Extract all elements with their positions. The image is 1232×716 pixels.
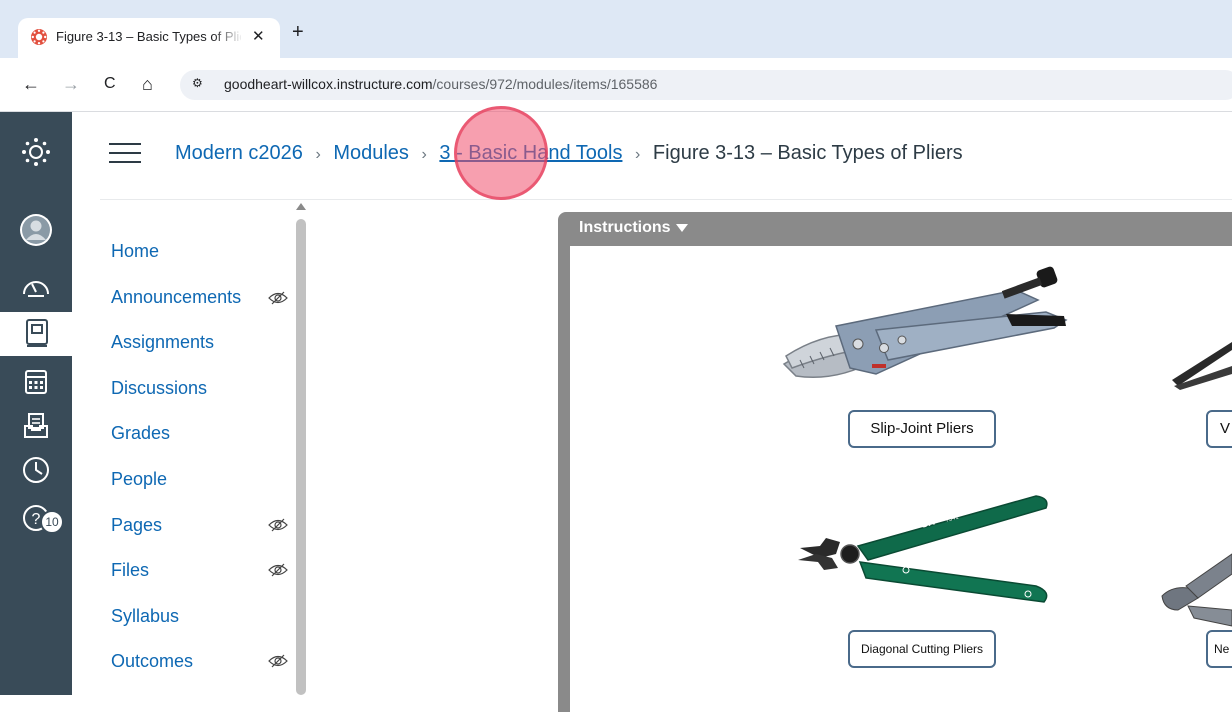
courses-icon (26, 319, 48, 347)
browser-tab[interactable]: Figure 3-13 – Basic Types of Plie ✕ (18, 18, 280, 58)
tab-strip: Figure 3-13 – Basic Types of Plie ✕ + (0, 0, 1232, 58)
hamburger-line (109, 143, 141, 145)
site-info-icon[interactable]: ⚙ (192, 76, 203, 90)
instructions-label: Instructions (579, 219, 671, 236)
course-nav-grades[interactable]: Grades (111, 423, 170, 444)
partial-needle-pliers-label[interactable]: Ne (1206, 630, 1232, 668)
course-nav-home[interactable]: Home (111, 241, 159, 262)
course-nav-syllabus[interactable]: Syllabus (111, 606, 179, 627)
breadcrumb-separator: › (421, 146, 427, 163)
scroll-up-arrow[interactable] (296, 203, 306, 210)
diagonal-cutting-pliers-label[interactable]: Diagonal Cutting Pliers (848, 630, 996, 668)
reload-icon[interactable]: C (104, 74, 116, 94)
new-tab-icon[interactable]: + (292, 22, 304, 42)
course-menu-toggle[interactable] (109, 143, 141, 167)
hamburger-line (109, 152, 141, 154)
tab-close-icon[interactable]: ✕ (252, 27, 265, 45)
hidden-eye-icon (268, 563, 288, 577)
course-nav-outcomes[interactable]: Outcomes (111, 651, 193, 672)
hidden-eye-icon (268, 291, 288, 305)
instructions-toggle[interactable]: Instructions (579, 219, 688, 237)
course-nav-scrollbar[interactable] (296, 219, 306, 695)
partial-pliers-image[interactable] (1168, 336, 1232, 396)
course-nav-announcements[interactable]: Announcements (111, 287, 241, 308)
back-icon[interactable]: ← (22, 74, 40, 94)
course-nav-pages[interactable]: Pages (111, 515, 162, 536)
slip-joint-pliers-image[interactable] (776, 264, 1072, 400)
url-path: /courses/972/modules/items/165586 (432, 76, 658, 92)
canvas-logo-icon[interactable] (18, 134, 54, 170)
inbox-icon[interactable] (18, 408, 54, 444)
breadcrumb-current: Figure 3-13 – Basic Types of Pliers (652, 142, 963, 164)
breadcrumb-separator: › (315, 146, 321, 163)
course-nav-people[interactable]: People (111, 469, 167, 490)
diagonal-cutting-pliers-image[interactable]: SK 7541 (796, 488, 1056, 618)
courses-nav-item[interactable] (0, 312, 72, 356)
hidden-eye-icon (268, 654, 288, 668)
course-nav-discussions[interactable]: Discussions (111, 378, 207, 399)
breadcrumb-course[interactable]: Modern c2026 (175, 142, 303, 164)
breadcrumb-modules[interactable]: Modules (333, 142, 409, 164)
dashboard-icon[interactable] (18, 268, 54, 304)
home-icon[interactable]: ⌂ (142, 74, 153, 94)
click-indicator (454, 106, 548, 200)
help-badge: 10 (40, 510, 64, 534)
breadcrumb-separator: › (635, 146, 641, 163)
history-icon[interactable] (18, 452, 54, 488)
course-nav-assignments[interactable]: Assignments (111, 332, 214, 353)
partial-pliers-label[interactable]: V (1206, 410, 1232, 448)
canvas-favicon-icon (31, 29, 47, 45)
hidden-eye-icon (268, 518, 288, 532)
url-text[interactable]: goodheart-willcox.instructure.com/course… (224, 76, 657, 92)
breadcrumb-divider (100, 199, 1232, 200)
hamburger-line (109, 161, 141, 163)
partial-needle-pliers-image[interactable] (1158, 550, 1232, 630)
course-nav-files[interactable]: Files (111, 560, 149, 581)
global-nav: ? 10 (0, 112, 72, 695)
account-icon[interactable] (18, 212, 54, 248)
address-bar[interactable]: ⚙ goodheart-willcox.instructure.com/cour… (180, 70, 1232, 100)
slip-joint-pliers-label[interactable]: Slip-Joint Pliers (848, 410, 996, 448)
breadcrumb: Modern c2026 › Modules › 3 - Basic Hand … (175, 142, 963, 165)
calendar-icon[interactable] (18, 364, 54, 400)
tab-title-fade (213, 26, 243, 48)
browser-toolbar: ← → C ⌂ ⚙ goodheart-willcox.instructure.… (0, 58, 1232, 112)
url-host: goodheart-willcox.instructure.com (224, 76, 433, 92)
forward-icon[interactable]: → (62, 74, 80, 94)
caret-down-icon (675, 223, 688, 232)
